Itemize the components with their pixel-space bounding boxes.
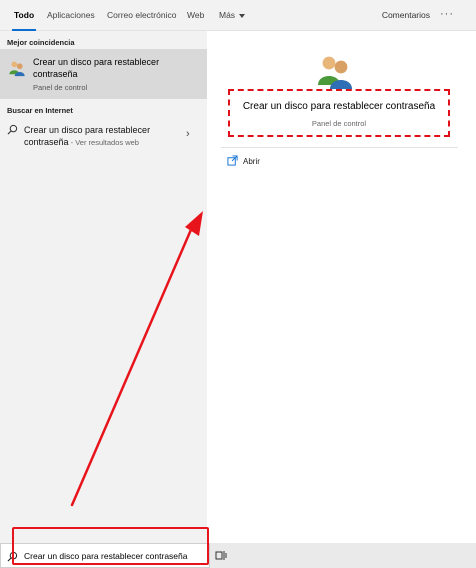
results-pane: Mejor coincidencia Crear un disco para r… — [0, 31, 207, 543]
web-result-hint: - Ver resultados web — [68, 138, 139, 147]
users-icon — [318, 56, 352, 89]
search-filter-bar: Todo Aplicaciones Correo electrónico Web… — [0, 0, 476, 31]
chevron-right-icon[interactable]: › — [186, 128, 190, 140]
best-match-subtitle: Panel de control — [33, 83, 88, 92]
best-match-item[interactable]: Crear un disco para restablecer contrase… — [0, 49, 207, 99]
caret-down-icon — [239, 13, 246, 18]
open-icon — [227, 155, 238, 166]
open-label: Abrir — [243, 157, 260, 166]
more-options-button[interactable]: ··· — [440, 0, 454, 31]
tab-aplicaciones[interactable]: Aplicaciones — [47, 0, 95, 31]
detail-title: Crear un disco para restablecer contrase… — [242, 101, 436, 112]
web-result-text: Crear un disco para restablecer contrase… — [24, 124, 184, 149]
search-icon — [7, 124, 18, 135]
detail-pane: Crear un disco para restablecer contrase… — [211, 31, 468, 543]
best-match-header: Mejor coincidencia — [7, 38, 75, 47]
users-icon — [9, 61, 25, 77]
tab-web[interactable]: Web — [187, 0, 204, 31]
tab-mas-label: Más — [219, 10, 236, 20]
search-highlight-box — [12, 527, 209, 565]
tab-mas[interactable]: Más — [219, 0, 246, 31]
best-match-title: Crear un disco para restablecer contrase… — [33, 57, 160, 79]
detail-subtitle: Panel de control — [311, 119, 367, 128]
comments-link[interactable]: Comentarios — [382, 0, 430, 31]
task-view-icon[interactable] — [215, 550, 227, 561]
detail-highlight-box: Crear un disco para restablecer contrase… — [228, 89, 450, 137]
divider — [221, 147, 458, 148]
web-search-header: Buscar en Internet — [7, 106, 73, 115]
tab-todo[interactable]: Todo — [11, 0, 37, 31]
web-result-item[interactable]: Crear un disco para restablecer contrase… — [0, 117, 207, 157]
tab-correo[interactable]: Correo electrónico — [107, 0, 176, 31]
